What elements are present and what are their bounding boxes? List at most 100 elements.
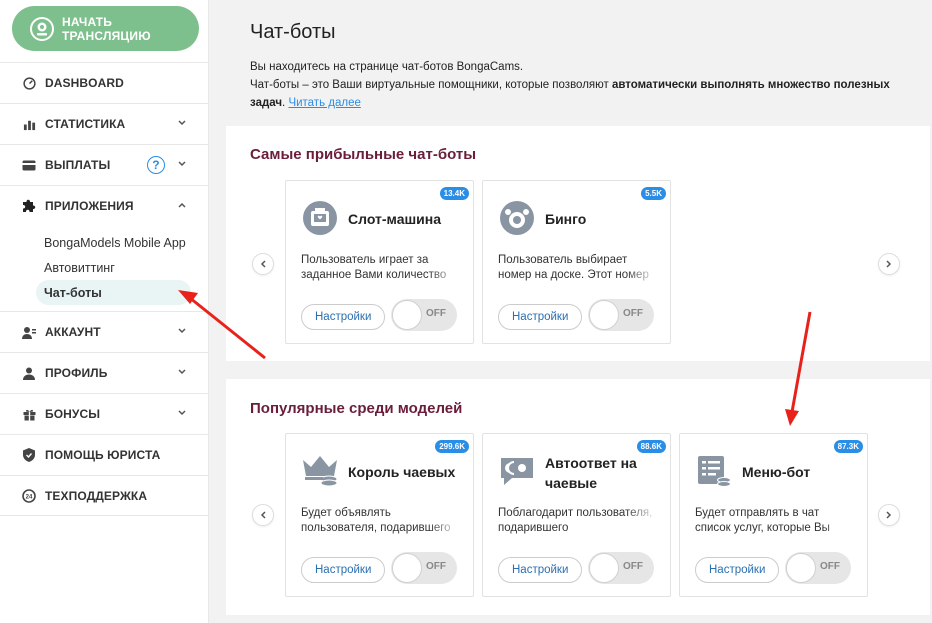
chatbot-description: Пользователь выбирает номер на доске. Эт… — [498, 254, 649, 281]
main-content: Чат-боты Вы находитесь на странице чат-б… — [210, 0, 932, 623]
subnav-item-autowitting[interactable]: Автовиттинг — [0, 255, 191, 280]
chatbot-card: 87.3K Меню-бот Будет отправлять в чат сп… — [679, 433, 868, 597]
toggle-knob — [786, 553, 816, 583]
crown-coins-icon — [301, 452, 339, 490]
start-broadcast-label: НАЧАТЬ ТРАНСЛЯЦИЮ — [62, 14, 151, 43]
sidebar-item-bonuses[interactable]: БОНУСЫ — [0, 393, 209, 434]
sidebar-item-dashboard[interactable]: DASHBOARD — [0, 62, 209, 103]
usage-count-badge: 299.6K — [435, 440, 469, 453]
carousel-prev-button[interactable] — [252, 504, 274, 526]
enable-toggle[interactable]: OFF — [785, 552, 851, 584]
usage-count-badge: 88.6K — [636, 440, 666, 453]
puzzle-icon — [22, 199, 36, 213]
enable-toggle[interactable]: OFF — [588, 552, 654, 584]
settings-button[interactable]: Настройки — [498, 557, 583, 583]
toggle-knob — [392, 300, 422, 330]
intro-text: Вы находитесь на странице чат-ботов Bong… — [250, 58, 915, 112]
chevron-down-icon — [177, 367, 187, 377]
chatbot-card: 299.6K Король чаевых Будет объявлять пол… — [285, 433, 474, 597]
gauge-icon — [22, 76, 36, 90]
chatbot-name: Король чаевых — [348, 464, 456, 480]
sidebar-item-label: АККАУНТ — [45, 325, 101, 339]
sidebar-item-label: ТЕХПОДДЕРЖКА — [45, 488, 148, 503]
chatbot-description: Поблагодарит пользователя, подарившего — [498, 507, 653, 534]
sidebar-item-legal-help[interactable]: ПОМОЩЬ ЮРИСТА — [0, 434, 209, 475]
toggle-state: OFF — [623, 308, 643, 319]
chevron-up-icon — [177, 200, 187, 210]
chatbot-card: 13.4K Слот-машина Пользователь играет за… — [285, 180, 474, 344]
shield-icon — [22, 448, 36, 462]
account-icon — [22, 325, 36, 339]
sidebar-item-support[interactable]: 24 ТЕХПОДДЕРЖКА — [0, 475, 209, 516]
section-popular-among-models: Популярные среди моделей 299.6K Король ч… — [226, 379, 930, 615]
sidebar-item-label: БОНУСЫ — [45, 407, 101, 421]
subnav-item-mobile-app[interactable]: BongaModels Mobile App — [0, 230, 191, 255]
start-broadcast-button[interactable]: НАЧАТЬ ТРАНСЛЯЦИЮ — [12, 6, 199, 51]
sidebar-item-label: DASHBOARD — [45, 76, 124, 90]
chevron-down-icon — [177, 408, 187, 418]
toggle-state: OFF — [426, 308, 446, 319]
chatbot-name: Меню-бот — [742, 464, 811, 480]
enable-toggle[interactable]: OFF — [391, 299, 457, 331]
toggle-knob — [392, 553, 422, 583]
sidebar-item-statistics[interactable]: СТАТИСТИКА — [0, 103, 209, 144]
slot-machine-icon — [301, 199, 339, 237]
chatbot-description: Будет отправлять в чат список услуг, кот… — [695, 507, 830, 534]
carousel-next-button[interactable] — [878, 504, 900, 526]
settings-button[interactable]: Настройки — [301, 304, 386, 330]
chevron-down-icon — [177, 326, 187, 336]
read-more-link[interactable]: Читать далее — [288, 97, 360, 109]
sidebar-item-label: СТАТИСТИКА — [45, 117, 126, 131]
bar-chart-icon — [22, 117, 36, 131]
settings-button[interactable]: Настройки — [301, 557, 386, 583]
toggle-knob — [589, 300, 619, 330]
page-title: Чат-боты — [250, 21, 336, 43]
sidebar-item-apps[interactable]: ПРИЛОЖЕНИЯ — [0, 185, 209, 226]
chatbot-card: 88.6K Автоответ на чаевые Поблагодарит п… — [482, 433, 671, 597]
sidebar-item-label: ПРОФИЛЬ — [45, 366, 108, 380]
chevron-down-icon — [177, 159, 187, 169]
toggle-state: OFF — [623, 561, 643, 572]
settings-button[interactable]: Настройки — [498, 304, 583, 330]
enable-toggle[interactable]: OFF — [391, 552, 457, 584]
usage-count-badge: 5.5K — [641, 187, 666, 200]
sidebar-item-label: ВЫПЛАТЫ — [45, 158, 111, 172]
chatbot-name: Слот-машина — [348, 211, 442, 227]
sidebar-item-label: ПРИЛОЖЕНИЯ — [45, 199, 134, 213]
carousel-prev-button[interactable] — [252, 253, 274, 275]
toggle-state: OFF — [820, 561, 840, 572]
support-24-icon: 24 — [22, 488, 36, 503]
intro-line-2: Чат-боты – это Ваши виртуальные помощник… — [250, 76, 915, 112]
gift-icon — [22, 407, 36, 421]
toggle-state: OFF — [426, 561, 446, 572]
toggle-knob — [589, 553, 619, 583]
sidebar-item-payouts[interactable]: ВЫПЛАТЫ ? — [0, 144, 209, 185]
section-title: Самые прибыльные чат-боты — [250, 146, 477, 163]
chatbot-description: Пользователь играет за заданное Вами кол… — [301, 254, 447, 281]
carousel-next-button[interactable] — [878, 253, 900, 275]
enable-toggle[interactable]: OFF — [588, 299, 654, 331]
sidebar-item-label: ПОМОЩЬ ЮРИСТА — [45, 448, 161, 462]
chatbot-name: Бинго — [545, 211, 587, 227]
menu-list-icon — [695, 452, 733, 490]
subnav-item-chatbots[interactable]: Чат-боты — [36, 280, 191, 305]
user-icon — [22, 366, 36, 380]
sidebar-item-account[interactable]: АККАУНТ — [0, 311, 209, 352]
svg-text:24: 24 — [26, 494, 33, 500]
help-icon[interactable]: ? — [147, 156, 165, 174]
usage-count-badge: 87.3K — [833, 440, 863, 453]
sidebar-nav: DASHBOARD СТАТИСТИКА ВЫПЛАТЫ ? ПРИЛОЖЕНИ… — [0, 62, 209, 516]
sidebar: НАЧАТЬ ТРАНСЛЯЦИЮ DASHBOARD СТАТИСТИКА В… — [0, 0, 209, 623]
usage-count-badge: 13.4K — [439, 187, 469, 200]
settings-button[interactable]: Настройки — [695, 557, 780, 583]
sidebar-item-profile[interactable]: ПРОФИЛЬ — [0, 352, 209, 393]
chatbot-description: Будет объявлять пользователя, подарившег… — [301, 507, 451, 534]
credit-card-icon — [22, 158, 36, 172]
intro-text-normal: Чат-боты – это Ваши виртуальные помощник… — [250, 79, 612, 91]
webcam-icon — [28, 15, 56, 43]
intro-line-1: Вы находитесь на странице чат-ботов Bong… — [250, 61, 524, 73]
bingo-icon — [498, 199, 536, 237]
chatbot-name: Автоответ на чаевые — [545, 455, 637, 491]
apps-submenu: BongaModels Mobile App Автовиттинг Чат-б… — [0, 226, 209, 311]
chatbot-card: 5.5K Бинго Пользователь выбирает номер н… — [482, 180, 671, 344]
